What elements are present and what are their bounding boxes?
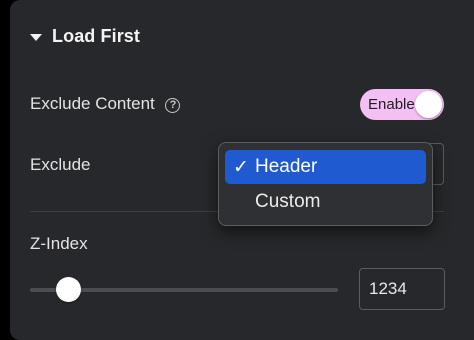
exclude-content-toggle[interactable]: Enable xyxy=(360,89,444,120)
caret-down-icon xyxy=(30,34,42,41)
z-index-slider-thumb[interactable] xyxy=(56,277,81,302)
help-icon[interactable]: ? xyxy=(165,97,181,113)
z-index-label: Z-Index xyxy=(30,234,88,253)
section-title: Load First xyxy=(52,26,141,46)
exclude-label: Exclude xyxy=(30,155,91,174)
toggle-label: Enable xyxy=(368,96,415,113)
dropdown-option-header[interactable]: ✓ Header xyxy=(225,150,426,184)
checkmark-icon: ✓ xyxy=(233,156,249,178)
exclude-content-label: Exclude Content xyxy=(30,94,155,113)
option-label: Header xyxy=(255,156,318,177)
toggle-knob xyxy=(415,91,442,118)
exclude-content-row: Exclude Content ? xyxy=(30,94,181,114)
dropdown-option-custom[interactable]: Custom xyxy=(225,185,426,219)
option-label: Custom xyxy=(255,191,321,212)
exclude-dropdown-menu: ✓ Header Custom xyxy=(218,142,433,226)
z-index-input[interactable]: 1234 xyxy=(359,268,445,310)
load-first-section-toggle[interactable]: Load First xyxy=(30,26,140,47)
